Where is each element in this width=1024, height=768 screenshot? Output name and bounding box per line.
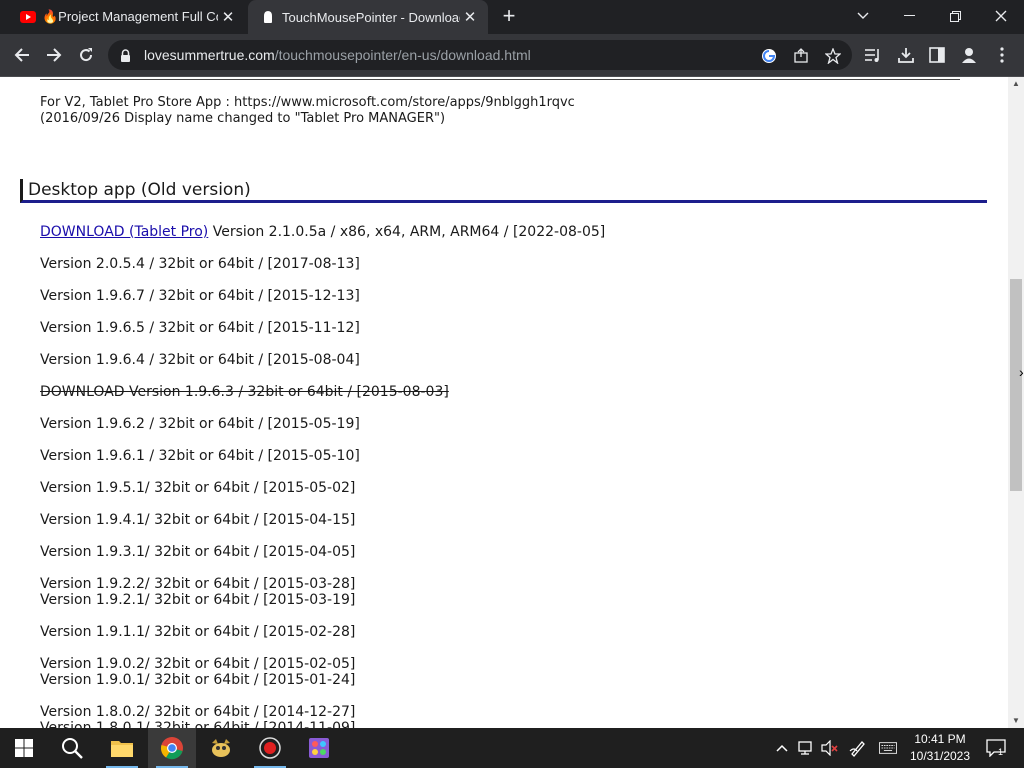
version-line: Version 1.9.6.7 / 32bit or 64bit / [2015…	[40, 288, 360, 304]
version-line: Version 1.8.0.2/ 32bit or 64bit / [2014-…	[40, 704, 356, 720]
bookmark-star-icon[interactable]	[824, 47, 842, 65]
app-mascot-icon[interactable]	[197, 728, 245, 768]
version-line: Version 1.9.5.1/ 32bit or 64bit / [2015-…	[40, 480, 356, 496]
reload-button[interactable]	[73, 42, 99, 68]
volume-muted-icon[interactable]	[821, 739, 839, 757]
tab-search-chevron-icon[interactable]	[840, 0, 886, 32]
reading-list-icon[interactable]	[862, 44, 884, 66]
file-explorer-icon[interactable]	[98, 728, 146, 768]
page-scrollbar[interactable]: ▲ ▼	[1008, 77, 1024, 728]
forward-button[interactable]	[41, 42, 67, 68]
lock-icon[interactable]	[120, 48, 134, 62]
browser-toolbar: lovesummertrue.com/touchmousepointer/en-…	[0, 34, 1024, 77]
scroll-up-arrow-icon[interactable]: ▲	[1008, 77, 1024, 91]
close-window-button[interactable]	[978, 0, 1024, 32]
version-line: Version 1.8.0.1/ 32bit or 64bit / [2014-…	[40, 720, 356, 728]
show-hidden-icons-chevron-icon[interactable]	[773, 739, 791, 757]
mouse-cursor-icon: ›	[1019, 364, 1024, 380]
version-text: Version 2.1.0.5a / x86, x64, ARM, ARM64 …	[208, 224, 606, 240]
keyboard-icon[interactable]	[879, 739, 897, 757]
intro-text: For V2, Tablet Pro Store App : https://w…	[40, 95, 575, 127]
tab-touchmousepointer[interactable]: TouchMousePointer - Download ✕	[248, 0, 488, 34]
version-line: Version 1.9.2.2/ 32bit or 64bit / [2015-…	[40, 576, 356, 592]
scrollbar-thumb[interactable]	[1010, 279, 1022, 491]
scroll-down-arrow-icon[interactable]: ▼	[1008, 714, 1024, 728]
store-app-line: For V2, Tablet Pro Store App : https://w…	[40, 95, 575, 110]
version-line: Version 1.9.0.1/ 32bit or 64bit / [2015-…	[40, 672, 356, 688]
photos-app-icon[interactable]	[295, 728, 343, 768]
version-line-latest: DOWNLOAD (Tablet Pro) Version 2.1.0.5a /…	[40, 224, 605, 240]
notification-count: 1	[998, 747, 1004, 757]
download-tablet-pro-link[interactable]: DOWNLOAD (Tablet Pro)	[40, 224, 208, 240]
minimize-button[interactable]	[886, 0, 932, 32]
youtube-icon	[20, 9, 36, 25]
network-icon[interactable]	[798, 739, 816, 757]
tab-project-management[interactable]: 🔥Project Management Full Cou ✕	[8, 0, 246, 34]
close-tab-icon[interactable]: ✕	[218, 8, 238, 26]
start-button[interactable]	[0, 728, 48, 768]
new-tab-button[interactable]: +	[498, 5, 520, 27]
web-page-content: For V2, Tablet Pro Store App : https://w…	[0, 77, 1008, 728]
google-lens-icon[interactable]	[760, 47, 778, 65]
version-line: Version 2.0.5.4 / 32bit or 64bit / [2017…	[40, 256, 360, 272]
restore-button[interactable]	[932, 0, 978, 32]
browser-menu-icon[interactable]	[991, 44, 1013, 66]
tab-strip: 🔥Project Management Full Cou ✕ TouchMous…	[0, 0, 1024, 34]
clock-time: 10:41 PM	[914, 732, 966, 746]
url-text[interactable]: lovesummertrue.com/touchmousepointer/en-…	[144, 47, 531, 63]
pen-ink-icon[interactable]	[849, 739, 867, 757]
search-button[interactable]	[48, 728, 96, 768]
version-line: Version 1.9.1.1/ 32bit or 64bit / [2015-…	[40, 624, 356, 640]
close-tab-icon[interactable]: ✕	[460, 8, 480, 26]
previous-section-bottom	[40, 77, 960, 80]
version-line: Version 1.9.6.1 / 32bit or 64bit / [2015…	[40, 448, 360, 464]
back-button[interactable]	[9, 42, 35, 68]
side-panel-icon[interactable]	[926, 44, 948, 66]
notification-center-icon[interactable]: 1	[984, 739, 1008, 757]
section-heading: Desktop app (Old version)	[20, 179, 987, 203]
version-line-withdrawn: DOWNLOAD Version 1.9.6.3 / 32bit or 64bi…	[40, 384, 449, 400]
version-line: Version 1.9.6.2 / 32bit or 64bit / [2015…	[40, 416, 360, 432]
download-icon[interactable]	[895, 44, 917, 66]
version-line: Version 1.9.2.1/ 32bit or 64bit / [2015-…	[40, 592, 356, 608]
windows-taskbar: 10:41 PM 10/31/2023 1	[0, 728, 1024, 768]
tab-title: 🔥Project Management Full Cou	[42, 9, 218, 24]
profile-avatar-icon[interactable]	[958, 44, 980, 66]
chrome-icon[interactable]	[148, 728, 196, 768]
site-icon	[260, 9, 276, 25]
version-line: Version 1.9.3.1/ 32bit or 64bit / [2015-…	[40, 544, 356, 560]
version-line: Version 1.9.6.5 / 32bit or 64bit / [2015…	[40, 320, 360, 336]
version-line: Version 1.9.4.1/ 32bit or 64bit / [2015-…	[40, 512, 356, 528]
tab-title: TouchMousePointer - Download	[282, 9, 460, 25]
display-name-note: (2016/09/26 Display name changed to "Tab…	[40, 111, 446, 126]
version-line: Version 1.9.6.4 / 32bit or 64bit / [2015…	[40, 352, 360, 368]
url-path: /touchmousepointer/en-us/download.html	[274, 47, 531, 63]
url-domain: lovesummertrue.com	[144, 47, 275, 63]
screen-recorder-icon[interactable]	[246, 728, 294, 768]
version-line: Version 1.9.0.2/ 32bit or 64bit / [2015-…	[40, 656, 356, 672]
clock-date: 10/31/2023	[909, 749, 971, 763]
share-icon[interactable]	[792, 47, 810, 65]
address-bar[interactable]: lovesummertrue.com/touchmousepointer/en-…	[108, 40, 852, 70]
system-clock[interactable]: 10:41 PM 10/31/2023	[904, 731, 976, 765]
